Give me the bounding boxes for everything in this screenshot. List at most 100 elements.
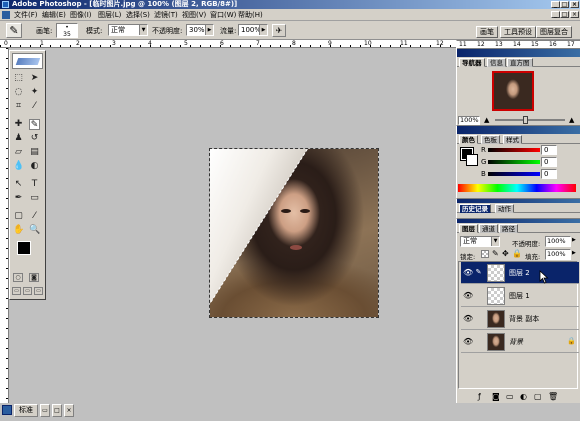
tab-swatches[interactable]: 色板 — [481, 135, 500, 144]
lock-pixels-icon[interactable]: ✎ — [492, 249, 499, 258]
eyedropper-tool-icon[interactable]: ⁄ — [29, 211, 40, 222]
layer-opacity-input[interactable]: 100% — [545, 236, 571, 247]
airbrush-icon[interactable]: ✈ — [272, 24, 286, 37]
adjustment-layer-icon[interactable]: ◐ — [520, 392, 527, 401]
layer-mask-icon[interactable]: ◙ — [492, 392, 500, 401]
opacity-input[interactable]: 30% ▶ — [186, 24, 214, 36]
menu-help[interactable]: 帮助(H) — [238, 10, 263, 20]
marquee-tool-icon[interactable]: ⬚ — [13, 73, 24, 84]
tab-color[interactable]: 颜色 — [459, 135, 478, 144]
gradient-tool-icon[interactable]: ▤ — [29, 147, 40, 158]
color-header[interactable] — [457, 126, 580, 134]
tab-channels[interactable]: 通道 — [479, 224, 498, 233]
minimize-button[interactable]: _ — [551, 1, 560, 8]
blue-slider[interactable] — [488, 172, 540, 176]
zoom-out-icon[interactable]: ▲ — [484, 116, 492, 124]
slice-tool-icon[interactable]: ⁄ — [29, 101, 40, 112]
document-canvas[interactable] — [209, 148, 379, 318]
tab-history[interactable]: 历史记录 — [459, 204, 491, 213]
move-tool-icon[interactable]: ➤ — [29, 73, 40, 84]
tab-tool-presets[interactable]: 工具预设 — [500, 26, 536, 38]
standard-mode-icon[interactable]: ○ — [13, 273, 23, 282]
blend-mode-select[interactable]: 正常 ▼ — [460, 236, 500, 247]
close-button[interactable]: × — [570, 1, 579, 8]
green-value[interactable]: 0 — [541, 157, 557, 167]
tab-paths[interactable]: 路径 — [499, 224, 518, 233]
fill-input[interactable]: 100% — [545, 249, 571, 260]
menu-window[interactable]: 窗口(W) — [210, 10, 236, 20]
lasso-tool-icon[interactable]: ◌ — [13, 87, 24, 98]
tab-layer-comps[interactable]: 图层复合 — [536, 26, 572, 38]
hand-tool-icon[interactable]: ✋ — [13, 225, 24, 236]
navigator-header[interactable] — [457, 49, 580, 57]
tab-layers[interactable]: 图层 — [459, 224, 478, 233]
foreground-color-swatch[interactable] — [17, 241, 31, 255]
layer-style-icon[interactable]: ƒ — [478, 392, 481, 401]
tab-actions[interactable]: 动作 — [495, 204, 514, 213]
mode-select[interactable]: 正常 ▼ — [108, 24, 148, 36]
doc-close-button[interactable]: × — [570, 11, 579, 18]
screen-mode-full-menu-icon[interactable]: ▭ — [23, 287, 32, 295]
eye-icon[interactable]: 👁 — [463, 337, 473, 346]
layer-row[interactable]: 👁 ✎ 图层 2 — [461, 262, 579, 284]
brush-tool-icon[interactable]: ✎ — [29, 119, 40, 130]
green-slider[interactable] — [488, 160, 540, 164]
dodge-tool-icon[interactable]: ◐ — [29, 161, 40, 172]
doc-restore-button[interactable]: □ — [560, 11, 569, 18]
zoom-in-icon[interactable]: ▲ — [569, 116, 577, 124]
magic-wand-tool-icon[interactable]: ✦ — [29, 87, 40, 98]
lock-all-icon[interactable]: 🔒 — [512, 249, 522, 258]
history-brush-tool-icon[interactable]: ↺ — [29, 133, 40, 144]
type-tool-icon[interactable]: T — [29, 179, 40, 190]
brush-tool-icon[interactable]: ✎ — [6, 23, 22, 38]
tab-navigator[interactable]: 导航器 — [459, 58, 485, 67]
crop-tool-icon[interactable]: ⌗ — [13, 101, 24, 112]
chevron-right-icon[interactable]: ▶ — [572, 237, 576, 243]
tab-styles[interactable]: 样式 — [503, 135, 522, 144]
clone-stamp-tool-icon[interactable]: ♟ — [13, 133, 24, 144]
zoom-tool-icon[interactable]: 🔍 — [29, 225, 40, 236]
screen-mode-full-icon[interactable]: ▭ — [34, 287, 43, 295]
chevron-right-icon[interactable]: ▶ — [572, 250, 576, 256]
tab-brushes[interactable]: 画笔 — [476, 26, 498, 38]
color-bg-swatch[interactable] — [466, 154, 478, 166]
menu-file[interactable]: 文件(F) — [14, 10, 38, 20]
eye-icon[interactable]: 👁 — [463, 291, 473, 300]
red-value[interactable]: 0 — [541, 145, 557, 155]
blur-tool-icon[interactable]: 💧 — [13, 161, 24, 172]
tab-histogram[interactable]: 直方图 — [507, 58, 533, 67]
layer-row[interactable]: 👁 背景 🔒 — [461, 331, 579, 353]
lock-position-icon[interactable]: ✥ — [502, 249, 509, 258]
flow-input[interactable]: 100% ▶ — [238, 24, 268, 36]
screen-mode-standard-icon[interactable]: ▭ — [12, 287, 21, 295]
zoom-slider-track[interactable] — [495, 119, 565, 121]
menu-layer[interactable]: 图层(L) — [98, 10, 121, 20]
menu-edit[interactable]: 编辑(E) — [42, 10, 66, 20]
eye-icon[interactable]: 👁 — [463, 268, 473, 277]
zoom-field[interactable]: 100% — [458, 116, 480, 125]
doc-close-icon[interactable]: × — [64, 404, 74, 417]
shape-tool-icon[interactable]: ▭ — [29, 193, 40, 204]
screen-mode-button[interactable]: 标准 — [14, 404, 38, 417]
red-slider[interactable] — [488, 148, 540, 152]
pen-tool-icon[interactable]: ✒ — [13, 193, 24, 204]
doc-restore-icon[interactable]: ▭ — [40, 404, 50, 417]
menu-filter[interactable]: 滤镜(T) — [154, 10, 178, 20]
menu-image[interactable]: 图像(I) — [70, 10, 92, 20]
doc-minimize-button[interactable]: _ — [551, 11, 560, 18]
notes-tool-icon[interactable]: ▢ — [13, 211, 24, 222]
blue-value[interactable]: 0 — [541, 169, 557, 179]
layer-row[interactable]: 👁 背景 副本 — [461, 308, 579, 330]
path-selection-tool-icon[interactable]: ↖ — [13, 179, 24, 190]
tab-info[interactable]: 信息 — [487, 58, 506, 67]
healing-brush-tool-icon[interactable]: ✚ — [13, 119, 24, 130]
navigator-thumbnail[interactable] — [492, 71, 534, 111]
brush-picker[interactable]: • 35 — [56, 23, 78, 38]
quick-mask-icon[interactable]: ◙ — [29, 273, 39, 282]
trash-icon[interactable]: 🗑 — [548, 392, 558, 401]
color-spectrum-bar[interactable] — [458, 184, 576, 192]
doc-maximize-icon[interactable]: □ — [52, 404, 62, 417]
eraser-tool-icon[interactable]: ▱ — [13, 147, 24, 158]
layer-row[interactable]: 👁 图层 1 — [461, 285, 579, 307]
menu-select[interactable]: 选择(S) — [126, 10, 150, 20]
